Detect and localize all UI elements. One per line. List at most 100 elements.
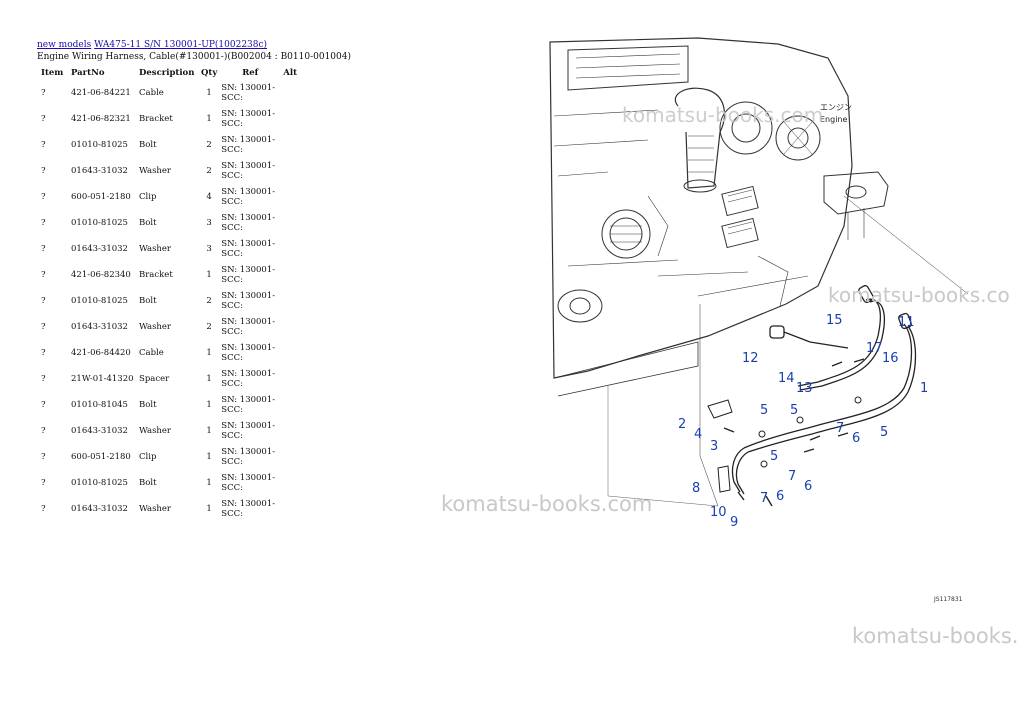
callout-3: 3 [710,439,718,454]
cell-partno: 01010-81045 [71,400,128,410]
table-row: ? 01010-81025 Bolt 1 SN: 130001-SCC: [37,470,305,496]
cell-item: ? [41,140,46,150]
cell-description: Bolt [139,218,157,228]
col-header-item: Item [41,67,64,78]
table-row: ? 21W-01-41320 Spacer 1 SN: 130001-SCC: [37,366,305,392]
engine-label: エンジン Engine [820,103,852,124]
cell-item: ? [41,504,46,514]
cell-ref: SN: 130001-SCC: [221,317,276,337]
callout-15: 15 [826,313,843,328]
cell-partno: 21W-01-41320 [71,374,134,384]
cell-alt [281,314,305,340]
cell-qty: 1 [206,88,212,98]
cell-ref: SN: 130001-SCC: [221,161,276,181]
cell-description: Washer [139,322,171,332]
cell-qty: 2 [206,296,212,306]
callout-6b: 6 [804,479,812,494]
cell-description: Cable [139,348,164,358]
callout-1: 1 [920,381,928,396]
cell-item: ? [41,400,46,410]
cell-partno: 600-051-2180 [71,452,131,462]
cell-qty: 1 [206,374,212,384]
table-row: ? 421-06-82321 Bracket 1 SN: 130001-SCC: [37,106,305,132]
cell-description: Bolt [139,296,157,306]
watermark-bottom-right: komatsu-books. [852,624,1019,648]
cell-alt [281,340,305,366]
table-row: ? 600-051-2180 Clip 1 SN: 130001-SCC: [37,444,305,470]
table-row: ? 421-06-82340 Bracket 1 SN: 130001-SCC: [37,262,305,288]
cell-ref: SN: 130001-SCC: [221,369,276,389]
col-header-qty: Qty [201,67,218,78]
cell-ref: SN: 130001-SCC: [221,291,276,311]
table-row: ? 01010-81045 Bolt 1 SN: 130001-SCC: [37,392,305,418]
cell-alt [281,288,305,314]
cell-alt [281,392,305,418]
table-row: ? 600-051-2180 Clip 4 SN: 130001-SCC: [37,184,305,210]
callout-5a: 5 [760,403,768,418]
breadcrumb-link-model[interactable]: WA475-11 S/N 130001-UP(1002238c) [94,40,267,50]
cell-alt [281,444,305,470]
cell-qty: 1 [206,114,212,124]
cell-description: Washer [139,504,171,514]
engine-label-en: Engine [820,115,847,124]
cell-qty: 4 [206,192,212,202]
cell-qty: 2 [206,322,212,332]
callout-9: 9 [730,515,738,530]
callout-2: 2 [678,417,686,432]
table-row: ? 01010-81025 Bolt 2 SN: 130001-SCC: [37,132,305,158]
cell-ref: SN: 130001-SCC: [221,109,276,129]
table-row: ? 01643-31032 Washer 3 SN: 130001-SCC: [37,236,305,262]
callout-5b: 5 [790,403,798,418]
cell-item: ? [41,296,46,306]
table-row: ? 01010-81025 Bolt 3 SN: 130001-SCC: [37,210,305,236]
cell-ref: SN: 130001-SCC: [221,83,276,103]
parts-table: Item PartNo Description Qty Ref Alt ? 421… [37,64,305,522]
callout-17: 17 [866,341,883,356]
callout-7b: 7 [788,469,796,484]
cell-partno: 01010-81025 [71,218,128,228]
cell-alt [281,236,305,262]
callout-6c: 6 [776,489,784,504]
page-subtitle: Engine Wiring Harness, Cable(#130001-)(B… [37,52,351,62]
cell-qty: 1 [206,504,212,514]
callout-12: 12 [742,351,759,366]
cell-item: ? [41,192,46,202]
callout-14: 14 [778,371,795,386]
callout-8: 8 [692,481,700,496]
table-row: ? 01010-81025 Bolt 2 SN: 130001-SCC: [37,288,305,314]
cell-partno: 01010-81025 [71,478,128,488]
callout-7a: 7 [836,421,844,436]
cell-item: ? [41,114,46,124]
cell-qty: 3 [206,218,212,228]
cell-description: Washer [139,244,171,254]
cell-ref: SN: 130001-SCC: [221,499,276,519]
parts-diagram: エンジン Engine 1 2 3 4 5 5 5 5 6 6 6 7 7 7 … [549,37,1010,530]
cell-partno: 01010-81025 [71,140,128,150]
cell-partno: 01643-31032 [71,166,128,176]
cell-description: Bracket [139,270,173,280]
cell-item: ? [41,244,46,254]
cell-ref: SN: 130001-SCC: [221,343,276,363]
cell-item: ? [41,322,46,332]
callout-5c: 5 [880,425,888,440]
cell-qty: 2 [206,140,212,150]
cell-description: Bracket [139,114,173,124]
cell-description: Spacer [139,374,170,384]
cell-alt [281,366,305,392]
cell-qty: 1 [206,452,212,462]
cell-ref: SN: 130001-SCC: [221,213,276,233]
cell-ref: SN: 130001-SCC: [221,395,276,415]
table-row: ? 421-06-84221 Cable 1 SN: 130001-SCC: [37,80,305,106]
cell-partno: 421-06-82321 [71,114,131,124]
cell-item: ? [41,270,46,280]
cell-qty: 1 [206,426,212,436]
table-header-row: Item PartNo Description Qty Ref Alt [37,64,305,80]
cell-qty: 3 [206,244,212,254]
watermark-diagram-right: komatsu-books.co [828,283,1010,307]
cell-description: Bolt [139,400,157,410]
cell-ref: SN: 130001-SCC: [221,239,276,259]
engine-label-jp: エンジン [820,103,852,112]
cell-alt [281,106,305,132]
breadcrumb-link-new-models[interactable]: new models [37,40,91,50]
cell-partno: 01643-31032 [71,244,128,254]
